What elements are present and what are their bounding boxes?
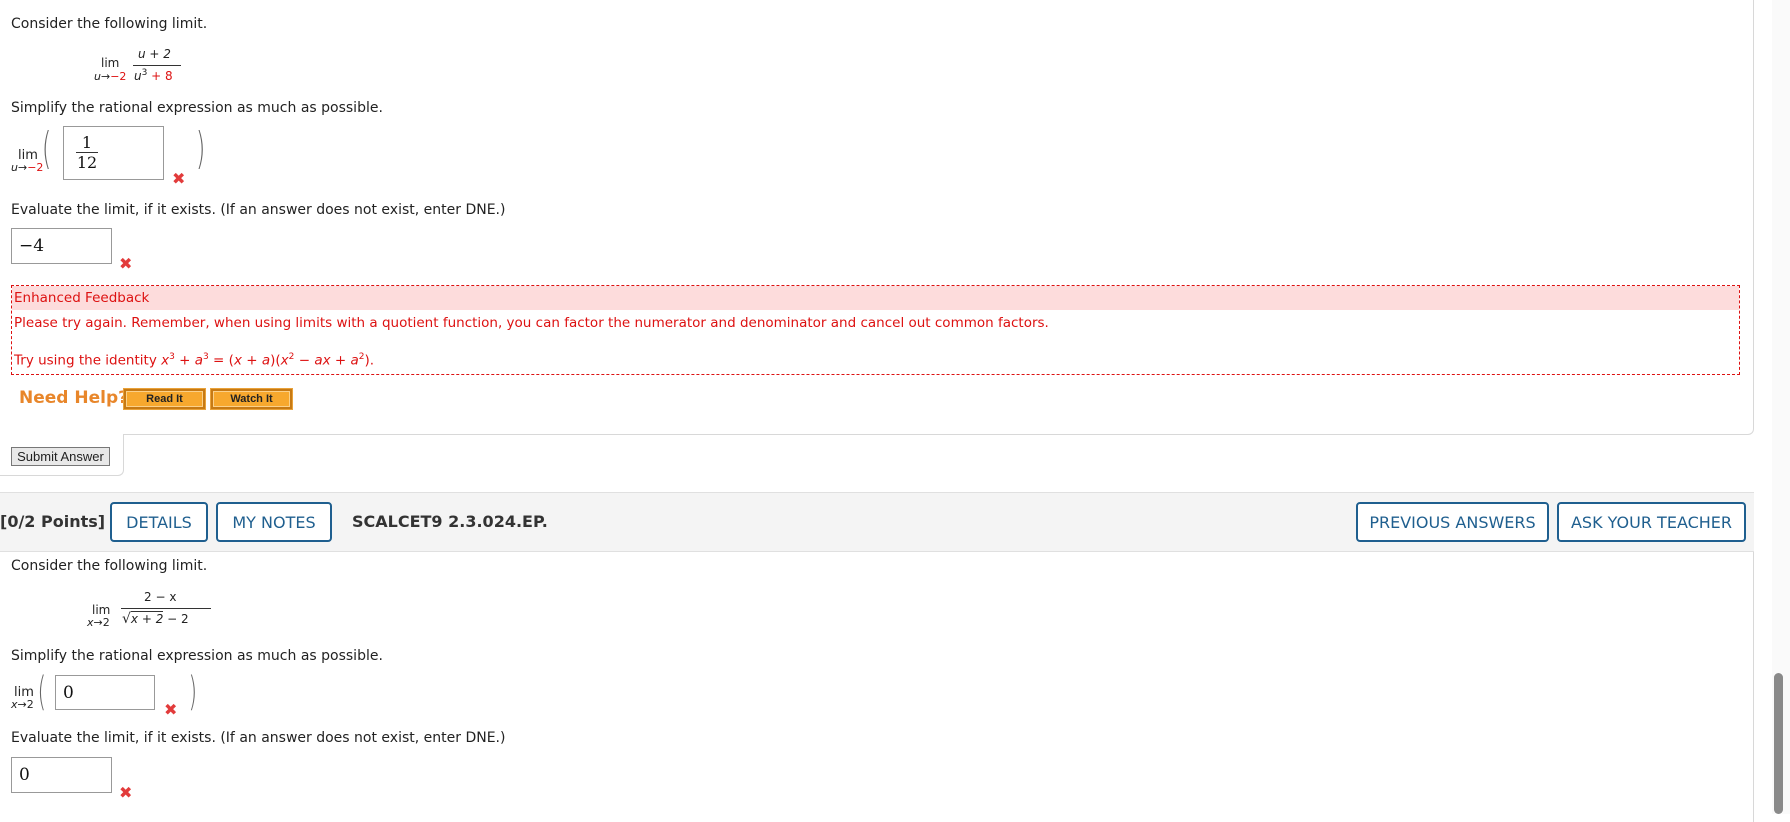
- q1-limit-expression: lim u→−2 u + 2 u3 + 8: [90, 45, 190, 85]
- fraction-numerator: 2 − x: [144, 590, 177, 604]
- lim-label: lim: [101, 56, 120, 70]
- q2-simplify-lim-subscript: x→2: [11, 698, 34, 711]
- fraction-bar: [133, 65, 181, 66]
- my-notes-button[interactable]: MY NOTES: [216, 502, 332, 542]
- fraction-denominator: √x + 2 − 2: [122, 611, 189, 627]
- lim-subscript: u→−2: [94, 70, 127, 83]
- incorrect-icon: ✖: [119, 783, 133, 802]
- q1-simplify-answer-input[interactable]: 1 12: [63, 126, 164, 180]
- details-button[interactable]: DETAILS: [110, 502, 208, 542]
- q1-evaluate-prompt: Evaluate the limit, if it exists. (If an…: [11, 202, 506, 218]
- right-paren: ): [188, 669, 198, 715]
- ask-your-teacher-button[interactable]: ASK YOUR TEACHER: [1557, 502, 1746, 542]
- incorrect-icon: ✖: [119, 254, 133, 273]
- question-id: SCALCET9 2.3.024.EP.: [352, 512, 548, 531]
- feedback-line-1: Please try again. Remember, when using l…: [14, 315, 1049, 331]
- fraction-numerator: u + 2: [138, 47, 171, 61]
- enhanced-feedback-box: Enhanced Feedback Please try again. Reme…: [11, 285, 1740, 375]
- q2-simplify-answer-input[interactable]: 0: [55, 675, 155, 710]
- q2-evaluate-prompt: Evaluate the limit, if it exists. (If an…: [11, 730, 506, 746]
- right-paren: ): [195, 123, 206, 174]
- q1-evaluate-answer-input[interactable]: −4: [11, 228, 112, 264]
- lim-label: lim: [92, 603, 111, 617]
- q2-simplify-prompt: Simplify the rational expression as much…: [11, 648, 383, 664]
- fraction-bar: [121, 608, 211, 609]
- fraction-denominator: u3 + 8: [134, 68, 173, 83]
- left-paren: (: [41, 123, 52, 174]
- feedback-title: Enhanced Feedback: [12, 286, 1739, 310]
- q2-evaluate-answer-input[interactable]: 0: [11, 757, 112, 793]
- read-it-button[interactable]: Read It: [123, 388, 206, 410]
- q1-simplify-prompt: Simplify the rational expression as much…: [11, 100, 383, 116]
- previous-answers-button[interactable]: PREVIOUS ANSWERS: [1356, 502, 1549, 542]
- incorrect-icon: ✖: [172, 169, 186, 188]
- q2-limit-expression: lim x→2 2 − x √x + 2 − 2: [86, 588, 216, 630]
- left-paren: (: [37, 669, 47, 715]
- need-help-label: Need Help?: [19, 388, 128, 408]
- q2-intro: Consider the following limit.: [11, 558, 208, 574]
- incorrect-icon: ✖: [164, 700, 178, 719]
- watch-it-button[interactable]: Watch It: [210, 388, 293, 410]
- scrollbar-thumb[interactable]: [1774, 673, 1783, 814]
- lim-subscript: x→2: [87, 616, 110, 629]
- q1-simplify-lim-subscript: u→−2: [11, 161, 44, 174]
- feedback-line-2: Try using the identity x3 + a3 = (x + a)…: [14, 352, 375, 369]
- points-label: [0/2 Points]: [0, 512, 106, 531]
- answer-denominator: 12: [76, 152, 98, 172]
- question-2-panel: [0, 552, 1754, 822]
- q1-intro: Consider the following limit.: [11, 16, 208, 32]
- answer-numerator: 1: [81, 132, 93, 152]
- answer-fraction: 1 12: [76, 132, 98, 173]
- submit-answer-button[interactable]: Submit Answer: [11, 447, 110, 466]
